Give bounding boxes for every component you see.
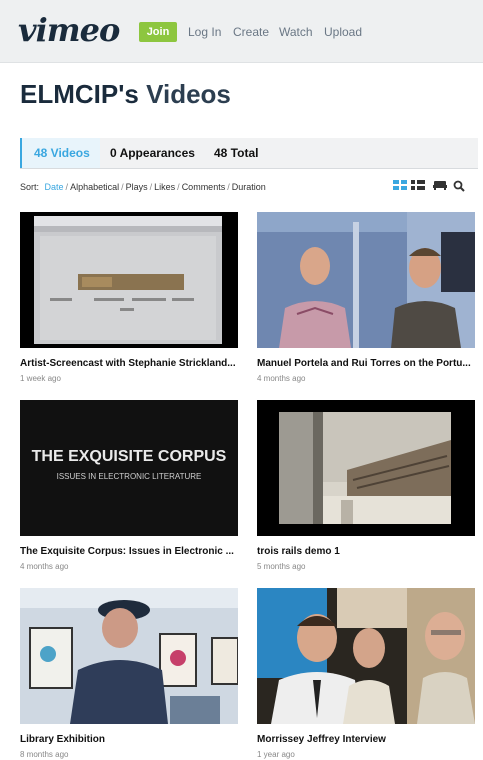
title-card-headline: THE EXQUISITE CORPUS: [31, 448, 227, 465]
tab-appearances[interactable]: 0 Appearances: [110, 146, 195, 160]
page-title-rest: Videos: [138, 79, 231, 109]
sort-plays[interactable]: Plays: [126, 182, 148, 192]
video-title[interactable]: trois rails demo 1: [257, 546, 479, 557]
video-time: 1 week ago: [20, 374, 61, 383]
title-card-subtitle: ISSUES IN ELECTRONIC LITERATURE: [56, 472, 202, 481]
couch-icon[interactable]: [433, 180, 447, 190]
sort-label: Sort:: [20, 182, 40, 192]
sort-duration[interactable]: Duration: [232, 182, 266, 192]
title-card-thumbnail[interactable]: THE EXQUISITE CORPUS ISSUES IN ELECTRONI…: [20, 400, 238, 536]
window-view-thumbnail[interactable]: [257, 400, 475, 536]
nav-upload[interactable]: Upload: [324, 25, 362, 39]
screencast-thumbnail[interactable]: [20, 212, 238, 348]
page-owner[interactable]: ELMCIP's: [20, 79, 139, 109]
video-time: 5 months ago: [257, 562, 306, 571]
nav-login[interactable]: Log In: [188, 25, 221, 39]
sort-comments[interactable]: Comments: [182, 182, 226, 192]
sort-alphabetical[interactable]: Alphabetical: [70, 182, 119, 192]
sort-date[interactable]: Date: [45, 182, 64, 192]
video-time: 8 months ago: [20, 750, 69, 759]
view-icons: [393, 180, 473, 192]
join-button[interactable]: Join: [139, 22, 177, 42]
video-title[interactable]: The Exquisite Corpus: Issues in Electron…: [20, 546, 242, 557]
nav-create[interactable]: Create: [233, 25, 269, 39]
two-men-thumbnail[interactable]: [257, 212, 475, 348]
vimeo-logo[interactable]: vimeo: [18, 12, 120, 48]
top-bar: vimeo Join Log In Create Watch Upload: [0, 0, 483, 63]
exhibition-thumbnail[interactable]: [20, 588, 238, 724]
video-title[interactable]: Manuel Portela and Rui Torres on the Por…: [257, 358, 479, 369]
sort-likes[interactable]: Likes: [154, 182, 175, 192]
grid-small-icon[interactable]: [411, 180, 425, 190]
page-title: ELMCIP's Videos: [20, 78, 231, 110]
tab-bar: 48 Videos 0 Appearances 48 Total: [20, 138, 478, 169]
search-icon[interactable]: [453, 180, 465, 192]
interview-thumbnail[interactable]: [257, 588, 475, 724]
tab-total[interactable]: 48 Total: [214, 146, 258, 160]
video-title[interactable]: Morrissey Jeffrey Interview: [257, 734, 479, 745]
sort-bar: Sort: Date / Alphabetical / Plays / Likes / Comm…: [20, 182, 266, 192]
nav-watch[interactable]: Watch: [279, 25, 313, 39]
video-title[interactable]: Artist-Screencast with Stephanie Strickl…: [20, 358, 242, 369]
video-title[interactable]: Library Exhibition: [20, 734, 242, 745]
video-time: 4 months ago: [20, 562, 69, 571]
video-time: 4 months ago: [257, 374, 306, 383]
grid-large-icon[interactable]: [393, 180, 407, 190]
video-time: 1 year ago: [257, 750, 295, 759]
tab-videos[interactable]: 48 Videos: [34, 146, 90, 160]
